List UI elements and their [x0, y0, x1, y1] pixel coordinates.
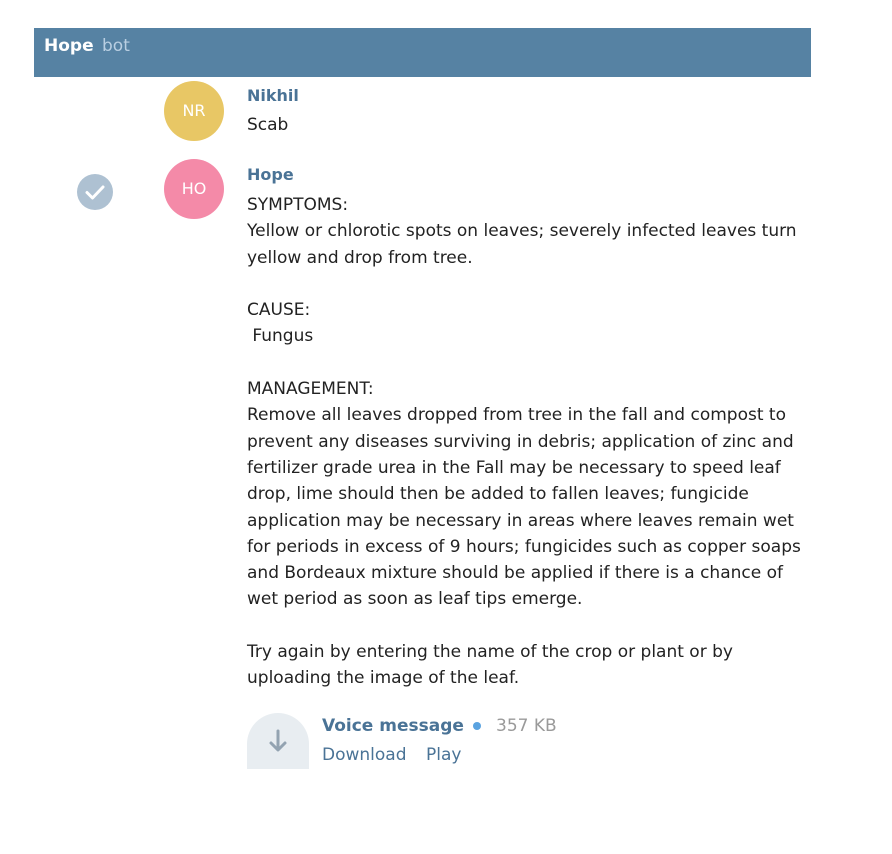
- avatar[interactable]: NR: [164, 81, 224, 141]
- message-author[interactable]: Nikhil: [247, 86, 299, 105]
- check-icon[interactable]: [77, 174, 113, 210]
- play-link[interactable]: Play: [426, 745, 461, 765]
- voice-message-title: Voice message: [322, 716, 464, 736]
- message-text: SYMPTOMS: Yellow or chlorotic spots on l…: [247, 195, 801, 689]
- message-author[interactable]: Hope: [247, 165, 294, 184]
- avatar[interactable]: HO: [164, 159, 224, 219]
- download-link[interactable]: Download: [322, 745, 407, 765]
- chat-title: Hope: [44, 36, 94, 56]
- file-size: 357 KB: [496, 716, 557, 736]
- download-arrow-icon[interactable]: [247, 713, 309, 769]
- chat-header: Hope bot: [34, 28, 811, 77]
- unread-dot-icon: [473, 722, 481, 730]
- message-text: Scab: [247, 115, 289, 135]
- chat-subtitle: bot: [102, 36, 130, 56]
